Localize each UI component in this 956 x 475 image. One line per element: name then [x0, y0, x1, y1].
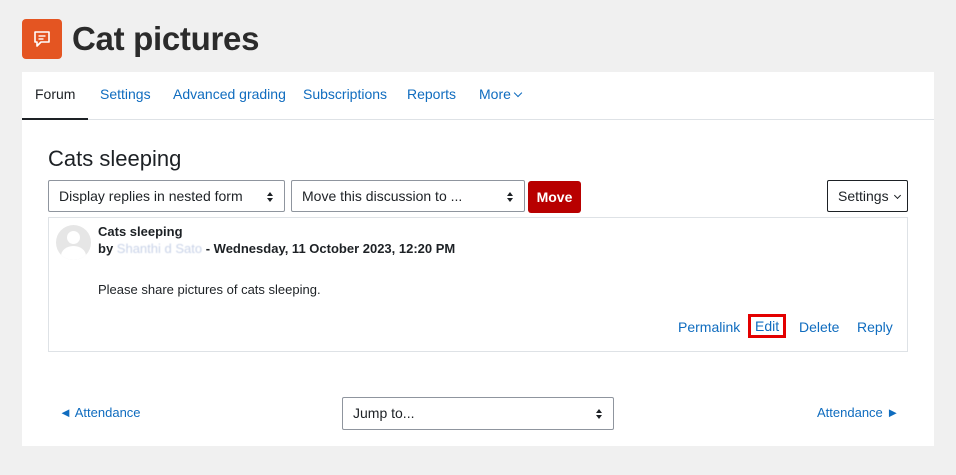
- settings-dropdown-button[interactable]: Settings: [827, 180, 908, 212]
- select-arrows-icon: [267, 192, 273, 202]
- select-arrows-icon: [507, 192, 513, 202]
- tab-advanced-grading[interactable]: Advanced grading: [173, 72, 286, 120]
- chevron-down-icon: [513, 88, 523, 98]
- post-date: - Wednesday, 11 October 2023, 12:20 PM: [205, 241, 456, 256]
- post-subject: Cats sleeping: [98, 224, 183, 239]
- page-header: Cat pictures: [22, 18, 259, 60]
- chevron-down-icon: [893, 191, 901, 200]
- delete-link[interactable]: Delete: [799, 319, 839, 335]
- permalink-link[interactable]: Permalink: [678, 319, 740, 335]
- display-mode-select[interactable]: Display replies in nested form: [48, 180, 285, 212]
- avatar[interactable]: [56, 225, 91, 260]
- discussion-title: Cats sleeping: [48, 146, 182, 171]
- page-title: Cat pictures: [72, 20, 260, 57]
- edit-link[interactable]: Edit: [748, 314, 787, 338]
- jump-to-select[interactable]: Jump to...: [342, 397, 614, 430]
- post-byline: by Shanthi d Sato - Wednesday, 11 Octobe…: [98, 241, 455, 256]
- tab-more[interactable]: More: [479, 72, 523, 120]
- tab-reports[interactable]: Reports: [407, 72, 456, 120]
- author-name[interactable]: Shanthi d Sato: [117, 241, 202, 256]
- tab-subscriptions[interactable]: Subscriptions: [303, 72, 387, 120]
- move-discussion-select[interactable]: Move this discussion to ...: [291, 180, 525, 212]
- prev-activity-link[interactable]: ◄ Attendance: [59, 405, 141, 420]
- tab-settings[interactable]: Settings: [100, 72, 151, 120]
- tab-forum[interactable]: Forum: [22, 72, 89, 120]
- move-button[interactable]: Move: [528, 181, 581, 213]
- secondary-nav: Forum Settings Advanced grading Subscrip…: [22, 72, 934, 120]
- forum-icon: [22, 19, 62, 59]
- post-body: Please share pictures of cats sleeping.: [98, 282, 321, 297]
- reply-link[interactable]: Reply: [857, 319, 893, 335]
- main-card: Forum Settings Advanced grading Subscrip…: [22, 72, 934, 446]
- next-activity-link[interactable]: Attendance ►: [817, 405, 899, 420]
- by-label: by: [98, 241, 114, 256]
- forum-post: Cats sleeping by Shanthi d Sato - Wednes…: [48, 217, 908, 352]
- select-arrows-icon: [596, 409, 602, 419]
